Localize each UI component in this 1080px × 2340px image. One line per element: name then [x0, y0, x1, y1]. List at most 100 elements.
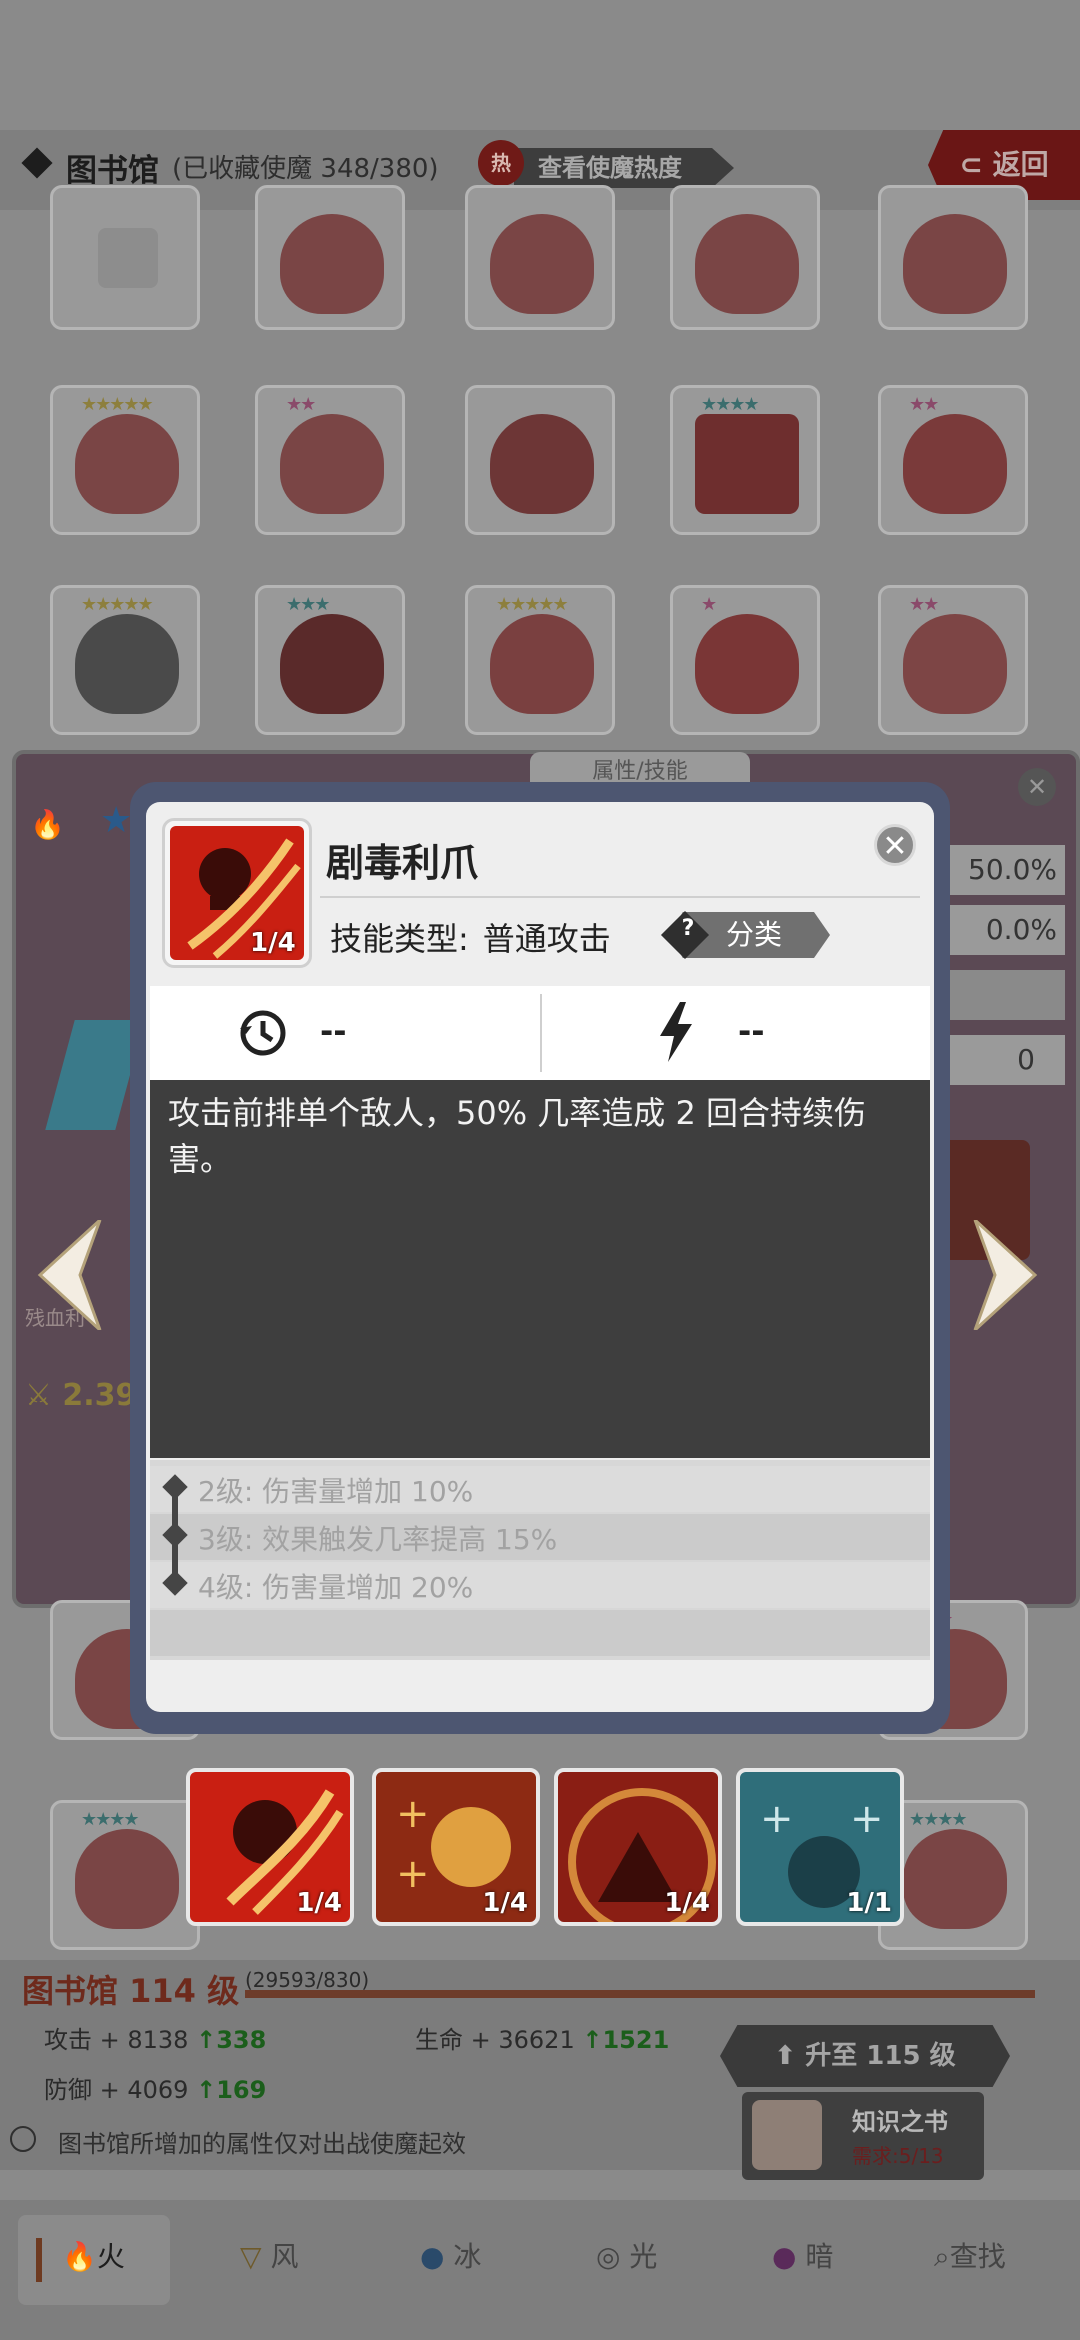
- hp-label: 生命 + 36621: [415, 2026, 575, 2054]
- power-value: ⚔ 2.39: [25, 1378, 137, 1413]
- skill-type-label: 技能类型:: [330, 920, 469, 958]
- defense-label: 防御 + 4069: [44, 2076, 189, 2104]
- level-4-effect: 4级: 伤害量增加 20%: [198, 1571, 474, 1604]
- upgrade-library-button[interactable]: ⬆ 升至 115 级: [720, 2025, 1010, 2087]
- level-3-effect: 3级: 效果触发几率提高 15%: [198, 1523, 558, 1556]
- next-arrow-icon[interactable]: [965, 1220, 1045, 1330]
- monster-card[interactable]: ★★★: [255, 585, 405, 735]
- library-progress-bar: [245, 1990, 1035, 1998]
- tab-light[interactable]: ◎ 光: [596, 2235, 657, 2275]
- skill-tile-count: 1/1: [846, 1888, 892, 1918]
- monster-card[interactable]: ★: [670, 585, 820, 735]
- knowledge-book-icon: [752, 2100, 822, 2170]
- skill-tile-count: 1/4: [296, 1888, 342, 1918]
- wind-tab-icon: ▽: [240, 2240, 262, 2273]
- close-icon[interactable]: ✕: [874, 824, 916, 866]
- skill-tile-count: 1/4: [482, 1888, 528, 1918]
- tab-fire[interactable]: 🔥火: [62, 2235, 125, 2275]
- prev-arrow-icon[interactable]: [30, 1220, 110, 1330]
- cooldown-icon: [240, 1010, 286, 1056]
- energy-value: --: [738, 1012, 765, 1050]
- skill-tile-burst[interactable]: + + 1/4: [372, 1768, 540, 1926]
- monster-card[interactable]: ★★: [878, 585, 1028, 735]
- attack-up: 338: [216, 2026, 267, 2054]
- library-note: 图书馆所增加的属性仅对出战使魔起效: [58, 2130, 466, 2158]
- monster-card[interactable]: ★★★★★: [50, 585, 200, 735]
- attack-label: 攻击 + 8138: [44, 2026, 189, 2054]
- skill-tile-wolf-howl[interactable]: 1/4: [554, 1768, 722, 1926]
- title-separator: [320, 896, 920, 898]
- fire-icon: 🔥: [30, 808, 65, 841]
- monster-card[interactable]: ★★★★: [670, 385, 820, 535]
- tab-label: 光: [629, 2240, 658, 2273]
- svg-text:+: +: [760, 1796, 794, 1842]
- tab-label: 火: [96, 2240, 125, 2273]
- back-label: 返回: [992, 148, 1049, 181]
- monster-card[interactable]: [465, 185, 615, 330]
- hp-stat: 生命 + 36621 ↑1521: [415, 2026, 670, 2054]
- tab-label: 查找: [949, 2240, 1006, 2273]
- tab-label: 风: [270, 2240, 299, 2273]
- stat-bar: [945, 970, 1065, 1020]
- skill-type-value: 普通攻击: [482, 920, 611, 958]
- stat-value-2: 0.0%: [945, 905, 1065, 955]
- info-icon: [10, 2126, 36, 2152]
- dark-tab-icon: ●: [772, 2240, 797, 2273]
- tab-label: 冰: [453, 2240, 482, 2273]
- search-icon: ⌕: [934, 2240, 950, 2273]
- skill-type: 技能类型: 普通攻击: [330, 914, 611, 960]
- monster-card[interactable]: ★★★★★: [50, 385, 200, 535]
- tab-wind[interactable]: ▽ 风: [240, 2235, 298, 2275]
- monster-card[interactable]: [670, 185, 820, 330]
- upgrade-label: 升至 115 级: [805, 2041, 956, 2071]
- light-tab-icon: ◎: [596, 2240, 621, 2273]
- skill-icon-count: 1/4: [250, 928, 296, 958]
- svg-text:+: +: [396, 1851, 430, 1897]
- tab-ice[interactable]: ● 冰: [420, 2235, 481, 2275]
- skill-description: 攻击前排单个敌人，50% 几率造成 2 回合持续伤害。: [168, 1094, 867, 1178]
- knowledge-book-name: 知识之书: [852, 2108, 948, 2136]
- star-icon: ★: [100, 800, 133, 841]
- ice-tab-icon: ●: [420, 2240, 445, 2273]
- tab-selected-marker: [36, 2238, 42, 2282]
- stat-value-3: 0: [945, 1035, 1065, 1085]
- question-mark: ?: [681, 916, 695, 941]
- monster-card[interactable]: ★★: [878, 385, 1028, 535]
- energy-bolt-icon: [660, 1002, 692, 1062]
- power-number: 2.39: [62, 1378, 137, 1413]
- monster-card[interactable]: [465, 385, 615, 535]
- collected-count: (已收藏使魔 348/380): [172, 154, 439, 184]
- level-row: [150, 1610, 930, 1656]
- svg-text:+: +: [396, 1791, 430, 1837]
- stat-value-1: 50.0%: [945, 845, 1065, 895]
- level-2-effect: 2级: 伤害量增加 10%: [198, 1475, 474, 1508]
- fire-tab-icon: 🔥: [62, 2240, 97, 2273]
- library-level: 图书馆 114 级: [22, 1972, 240, 2010]
- tab-search[interactable]: ⌕查找: [934, 2235, 1006, 2275]
- monster-card[interactable]: ★★★★: [50, 1800, 200, 1950]
- heat-badge-icon: 热: [478, 140, 524, 186]
- attack-stat: 攻击 + 8138 ↑338: [44, 2026, 267, 2054]
- tab-label: 暗: [805, 2240, 834, 2273]
- panel-close-icon[interactable]: ✕: [1018, 768, 1056, 806]
- skill-name: 剧毒利爪: [326, 841, 479, 885]
- library-progress: (29593/830): [245, 1968, 370, 1992]
- skill-tile-ice-beast[interactable]: + + 1/1: [736, 1768, 904, 1926]
- row-divider: [540, 994, 542, 1072]
- monster-card[interactable]: ★★★★★: [465, 585, 615, 735]
- view-heat-button[interactable]: 查看使魔热度: [514, 148, 734, 188]
- page-title: 图书馆: [66, 153, 159, 189]
- skill-tile-count: 1/4: [664, 1888, 710, 1918]
- skill-tile-poison-claw[interactable]: 1/4: [186, 1768, 354, 1926]
- defense-up: 169: [216, 2076, 267, 2104]
- cooldown-value: --: [320, 1012, 347, 1050]
- hp-up: 1521: [602, 2026, 670, 2054]
- tab-dark[interactable]: ● 暗: [772, 2235, 833, 2275]
- monster-card[interactable]: [878, 185, 1028, 330]
- monster-card[interactable]: [255, 185, 405, 330]
- knowledge-book-requirement: 需求:5/13: [852, 2144, 944, 2168]
- svg-text:+: +: [850, 1796, 884, 1842]
- monster-card-locked[interactable]: [50, 185, 200, 330]
- monster-card[interactable]: ★★: [255, 385, 405, 535]
- defense-stat: 防御 + 4069 ↑169: [44, 2076, 267, 2104]
